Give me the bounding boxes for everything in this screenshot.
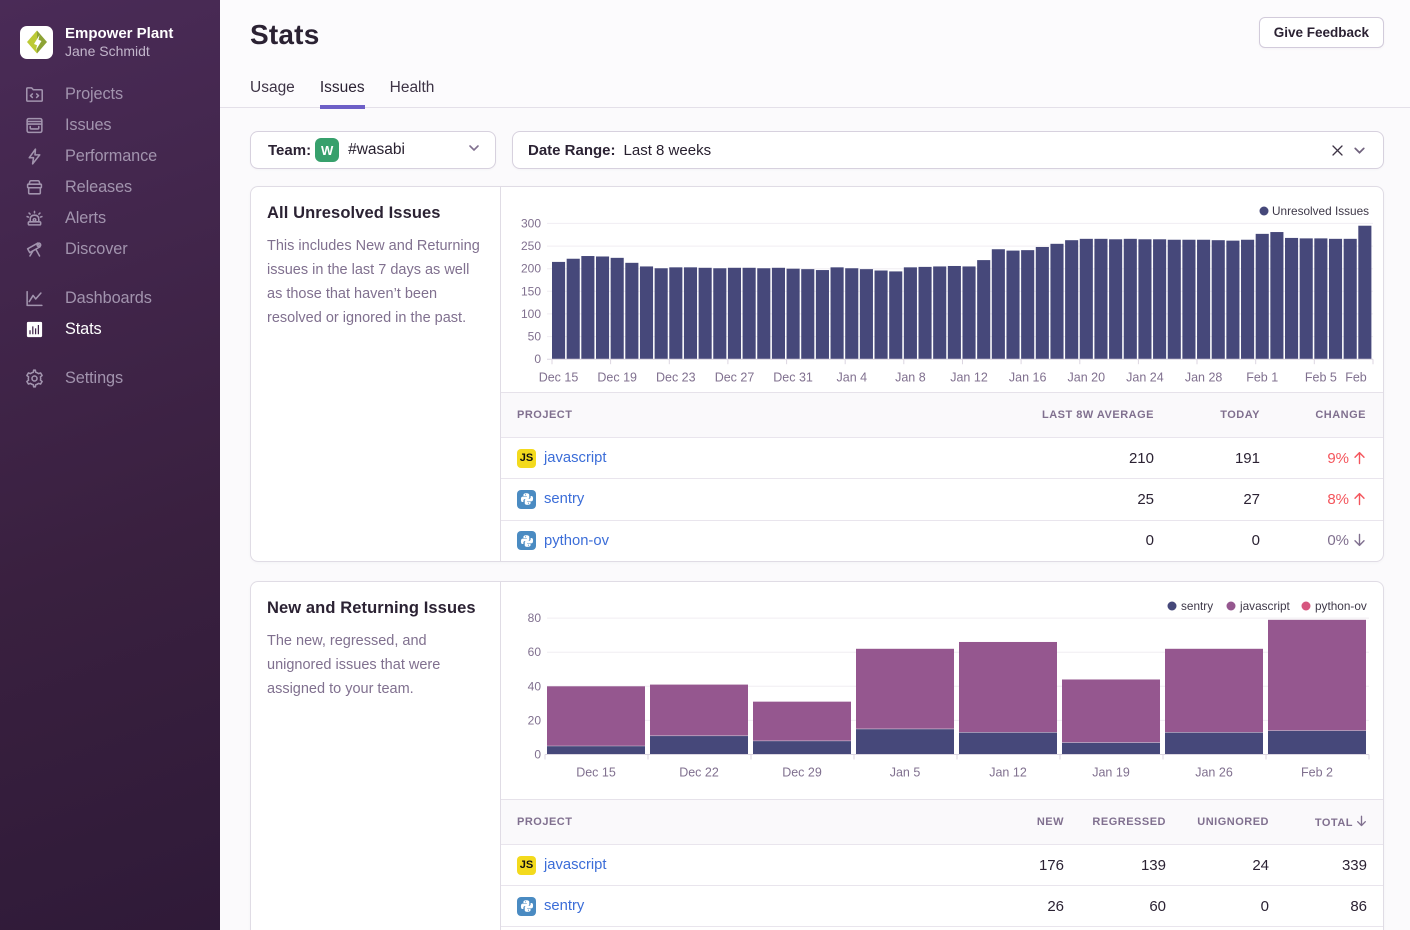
svg-text:Dec 31: Dec 31 bbox=[773, 370, 813, 384]
svg-text:Dec 15: Dec 15 bbox=[539, 370, 579, 384]
svg-text:60: 60 bbox=[528, 645, 542, 659]
svg-text:Jan 4: Jan 4 bbox=[837, 370, 868, 384]
svg-text:Dec 27: Dec 27 bbox=[715, 370, 755, 384]
svg-text:Dec 19: Dec 19 bbox=[597, 370, 637, 384]
svg-text:Feb 1: Feb 1 bbox=[1246, 370, 1278, 384]
svg-text:Unresolved Issues: Unresolved Issues bbox=[1272, 204, 1369, 218]
svg-text:200: 200 bbox=[521, 262, 541, 276]
svg-text:250: 250 bbox=[521, 239, 541, 253]
svg-text:Dec 29: Dec 29 bbox=[782, 765, 822, 779]
svg-text:20: 20 bbox=[528, 713, 542, 727]
svg-text:0: 0 bbox=[534, 747, 541, 761]
svg-text:python-ov: python-ov bbox=[1315, 599, 1367, 613]
svg-text:Dec 22: Dec 22 bbox=[679, 765, 719, 779]
svg-text:80: 80 bbox=[528, 611, 542, 625]
svg-text:150: 150 bbox=[521, 284, 541, 298]
svg-text:50: 50 bbox=[528, 330, 542, 344]
svg-text:Jan 20: Jan 20 bbox=[1068, 370, 1106, 384]
svg-text:Jan 26: Jan 26 bbox=[1195, 765, 1233, 779]
svg-text:Jan 28: Jan 28 bbox=[1185, 370, 1223, 384]
svg-text:Jan 12: Jan 12 bbox=[989, 765, 1027, 779]
svg-text:Jan 19: Jan 19 bbox=[1092, 765, 1130, 779]
svg-text:Jan 8: Jan 8 bbox=[895, 370, 926, 384]
svg-text:Jan 24: Jan 24 bbox=[1126, 370, 1164, 384]
svg-text:0: 0 bbox=[534, 352, 541, 366]
svg-text:sentry: sentry bbox=[1181, 599, 1213, 613]
svg-text:Dec 23: Dec 23 bbox=[656, 370, 696, 384]
svg-text:300: 300 bbox=[521, 216, 541, 230]
svg-text:Jan 12: Jan 12 bbox=[950, 370, 988, 384]
svg-text:Feb: Feb bbox=[1345, 370, 1367, 384]
svg-text:40: 40 bbox=[528, 679, 542, 693]
svg-text:Jan 16: Jan 16 bbox=[1009, 370, 1047, 384]
svg-text:javascript: javascript bbox=[1239, 599, 1291, 613]
svg-text:100: 100 bbox=[521, 307, 541, 321]
svg-text:Dec 15: Dec 15 bbox=[576, 765, 616, 779]
svg-text:Feb 5: Feb 5 bbox=[1305, 370, 1337, 384]
svg-text:Feb 2: Feb 2 bbox=[1301, 765, 1333, 779]
svg-text:Jan 5: Jan 5 bbox=[890, 765, 921, 779]
